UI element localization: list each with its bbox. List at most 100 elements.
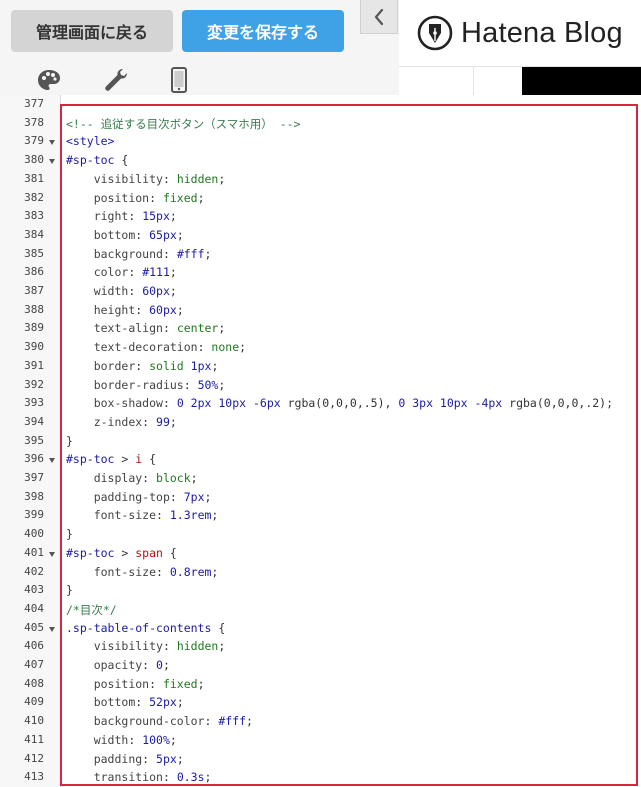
code-line[interactable]: /*目次*/ bbox=[66, 602, 117, 618]
code-line[interactable]: text-decoration: none; bbox=[66, 340, 246, 354]
code-line[interactable]: position: fixed; bbox=[66, 677, 205, 691]
code-line[interactable]: border-radius: 50%; bbox=[66, 378, 226, 392]
code-line[interactable]: position: fixed; bbox=[66, 191, 205, 205]
hatena-blog-brand[interactable]: Hatena Blog bbox=[399, 0, 641, 66]
code-token: bottom bbox=[93, 227, 136, 242]
code-token: > bbox=[114, 452, 136, 467]
css-code-editor[interactable]: 377 378 379 380 381 382 383 384 385 386 387 388 389 3… bbox=[0, 95, 641, 787]
code-token: { bbox=[162, 545, 177, 560]
save-changes-button[interactable]: 変更を保存する bbox=[182, 10, 344, 52]
line-number: 382 bbox=[24, 190, 44, 204]
code-token: <!-- 追従する目次ボタン（スマホ用） --> bbox=[66, 116, 301, 131]
code-line[interactable]: visibility: hidden; bbox=[66, 172, 226, 186]
code-token: } bbox=[66, 433, 73, 448]
code-line[interactable]: padding: 5px; bbox=[66, 752, 184, 766]
code-token: fixed bbox=[162, 190, 198, 205]
code-token: 0.8rem bbox=[169, 564, 212, 579]
code-line[interactable]: bottom: 65px; bbox=[66, 228, 184, 242]
code-line[interactable]: font-size: 0.8rem; bbox=[66, 564, 219, 579]
code-token: ; bbox=[169, 265, 177, 280]
code-token: center bbox=[176, 321, 219, 336]
code-token: 99 bbox=[156, 414, 170, 429]
code-line[interactable]: <!-- 追従する目次ボタン（スマホ用） --> bbox=[66, 116, 300, 132]
code-line[interactable]: #sp-toc > span { bbox=[66, 546, 177, 560]
code-token: #111 bbox=[142, 265, 170, 280]
code-token: : bbox=[128, 732, 143, 747]
code-line[interactable]: display: block; bbox=[66, 471, 198, 485]
line-number: 408 bbox=[24, 676, 44, 690]
code-area[interactable]: <!-- 追従する目次ボタン（スマホ用） --> <style> #sp-toc {… bbox=[66, 95, 638, 787]
code-line[interactable]: width: 60px; bbox=[66, 284, 177, 298]
code-line[interactable]: box-shadow: 0 2px 10px -6px rgba(0,0,0,.… bbox=[66, 396, 613, 410]
code-line[interactable]: right: 15px; bbox=[66, 209, 177, 223]
code-token: ; bbox=[218, 639, 226, 654]
code-line[interactable]: height: 60px; bbox=[66, 303, 184, 317]
line-number: 402 bbox=[24, 564, 44, 578]
fold-arrow-icon[interactable] bbox=[49, 140, 55, 146]
code-line[interactable]: width: 100%; bbox=[66, 733, 177, 747]
code-token: hidden bbox=[176, 639, 219, 654]
smartphone-icon[interactable] bbox=[168, 66, 194, 94]
line-number: 405 bbox=[24, 620, 44, 634]
line-number: 400 bbox=[24, 527, 44, 541]
code-line[interactable]: #sp-toc { bbox=[66, 153, 128, 167]
code-line[interactable]: } bbox=[66, 434, 73, 448]
code-line[interactable]: <style> bbox=[66, 134, 114, 148]
code-token: #sp-toc bbox=[66, 153, 115, 168]
code-token: ; bbox=[211, 358, 219, 373]
code-line[interactable]: color: #111; bbox=[66, 265, 177, 279]
code-token: 1px bbox=[190, 358, 212, 373]
code-token: { bbox=[114, 153, 129, 168]
blog-preview-strip bbox=[399, 66, 641, 96]
code-token: .sp-table-of-contents bbox=[66, 620, 212, 635]
code-token: ; bbox=[176, 227, 184, 242]
code-line[interactable]: transition: 0.3s; bbox=[66, 770, 212, 785]
back-to-admin-button[interactable]: 管理画面に戻る bbox=[11, 10, 173, 52]
fold-arrow-icon[interactable] bbox=[49, 159, 55, 165]
code-line[interactable]: opacity: 0; bbox=[66, 658, 170, 672]
code-token: 60px bbox=[149, 302, 177, 317]
code-line[interactable]: bottom: 52px; bbox=[66, 695, 184, 709]
wrench-icon[interactable] bbox=[102, 66, 128, 94]
line-number: 381 bbox=[24, 171, 44, 185]
code-line[interactable]: padding-top: 7px; bbox=[66, 490, 212, 504]
code-line[interactable]: z-index: 99; bbox=[66, 415, 177, 429]
code-line[interactable]: text-align: center; bbox=[66, 321, 226, 336]
line-number: 399 bbox=[24, 508, 44, 522]
code-line[interactable]: border: solid 1px; bbox=[66, 358, 219, 373]
code-token: ; bbox=[204, 770, 212, 785]
line-number: 380 bbox=[24, 153, 44, 167]
line-number: 396 bbox=[24, 452, 44, 466]
palette-icon[interactable] bbox=[36, 66, 62, 94]
code-line[interactable]: #sp-toc > i { bbox=[66, 452, 156, 466]
code-token: position bbox=[93, 190, 150, 205]
code-token: position bbox=[93, 676, 150, 691]
code-line[interactable]: } bbox=[66, 527, 73, 541]
line-number: 383 bbox=[24, 209, 44, 223]
collapse-panel-button[interactable] bbox=[360, 0, 398, 34]
line-number: 411 bbox=[24, 732, 44, 746]
code-line[interactable]: visibility: hidden; bbox=[66, 639, 226, 654]
code-token: #sp-toc bbox=[66, 452, 115, 467]
line-number: 377 bbox=[24, 97, 44, 110]
code-line[interactable]: background-color: #fff; bbox=[66, 714, 253, 728]
code-line[interactable]: background: #fff; bbox=[66, 247, 212, 261]
line-number: 388 bbox=[24, 302, 44, 316]
code-token: rgba(0,0,0,.2); bbox=[502, 396, 614, 411]
code-token: solid bbox=[149, 358, 184, 373]
code-line[interactable]: font-size: 1.3rem; bbox=[66, 508, 219, 522]
line-number: 385 bbox=[24, 246, 44, 260]
code-line[interactable]: } bbox=[66, 583, 73, 597]
code-line[interactable]: .sp-table-of-contents { bbox=[66, 621, 225, 635]
fold-arrow-icon[interactable] bbox=[49, 458, 55, 464]
fold-arrow-icon[interactable] bbox=[49, 551, 55, 557]
code-token: 0 2px 10px -6px bbox=[176, 396, 281, 411]
code-token: : bbox=[128, 284, 143, 298]
fold-arrow-icon[interactable] bbox=[49, 626, 55, 632]
